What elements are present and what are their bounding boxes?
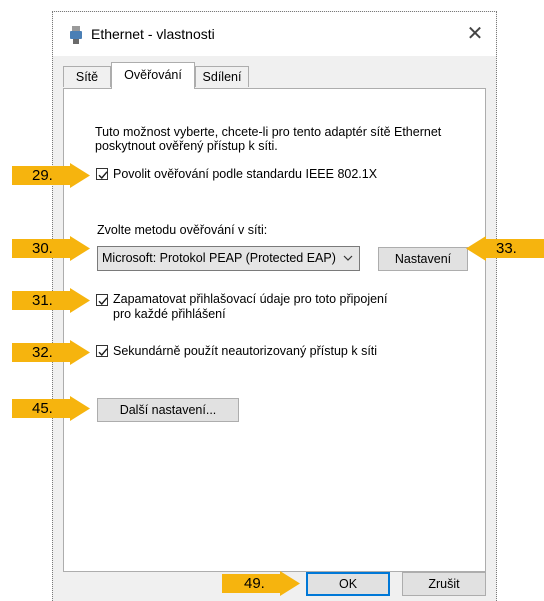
properties-dialog: Ethernet - vlastnosti ✕ Sítě Ověřování S… xyxy=(52,11,497,601)
fallback-unauthorized-label: Sekundárně použít neautorizovaný přístup… xyxy=(113,344,378,358)
callout-31: 31. xyxy=(12,288,90,313)
callout-33: 33. xyxy=(466,236,544,261)
checkmark-icon xyxy=(98,171,108,180)
checkmark-icon xyxy=(98,297,108,306)
callout-49-label: 49. xyxy=(244,575,265,592)
callout-45-label: 45. xyxy=(32,400,53,417)
tab-sharing[interactable]: Sdílení xyxy=(195,66,249,87)
authentication-panel: Tuto možnost vyberte, chcete-li pro tent… xyxy=(63,88,486,572)
tab-networks[interactable]: Sítě xyxy=(63,66,111,87)
ethernet-adapter-icon xyxy=(69,26,83,44)
settings-button[interactable]: Nastavení xyxy=(378,247,468,271)
additional-settings-button[interactable]: Další nastavení... xyxy=(97,398,239,422)
callout-31-label: 31. xyxy=(32,292,53,309)
method-label: Zvolte metodu ověřování v síti: xyxy=(97,223,268,237)
callout-30: 30. xyxy=(12,236,90,261)
ok-button[interactable]: OK xyxy=(306,572,390,596)
auth-method-value: Microsoft: Protokol PEAP (Protected EAP) xyxy=(102,251,336,265)
enable-8021x-label: Povolit ověřování podle standardu IEEE 8… xyxy=(113,167,378,181)
callout-29-label: 29. xyxy=(32,167,53,184)
auth-method-select[interactable]: Microsoft: Protokol PEAP (Protected EAP) xyxy=(97,246,360,271)
checkbox-box[interactable] xyxy=(96,294,108,306)
remember-credentials-label-line1: Zapamatovat přihlašovací údaje pro toto … xyxy=(113,292,388,306)
callout-30-label: 30. xyxy=(32,240,53,257)
callout-29: 29. xyxy=(12,163,90,188)
callout-33-label: 33. xyxy=(496,240,517,257)
callout-49: 49. xyxy=(222,571,300,596)
chevron-down-icon xyxy=(343,247,353,279)
callout-32: 32. xyxy=(12,340,90,365)
callout-32-label: 32. xyxy=(32,344,53,361)
checkbox-box[interactable] xyxy=(96,345,108,357)
cancel-button[interactable]: Zrušit xyxy=(402,572,486,596)
remember-credentials-label-line2: pro každé přihlášení xyxy=(113,307,226,321)
window-title: Ethernet - vlastnosti xyxy=(91,26,215,42)
checkbox-box[interactable] xyxy=(96,168,108,180)
description-text: Tuto možnost vyberte, chcete-li pro tent… xyxy=(95,125,442,153)
title-bar: Ethernet - vlastnosti ✕ xyxy=(53,12,496,56)
callout-45: 45. xyxy=(12,396,90,421)
close-icon[interactable]: ✕ xyxy=(460,20,490,48)
checkmark-icon xyxy=(98,348,108,357)
tab-authentication[interactable]: Ověřování xyxy=(111,62,195,89)
